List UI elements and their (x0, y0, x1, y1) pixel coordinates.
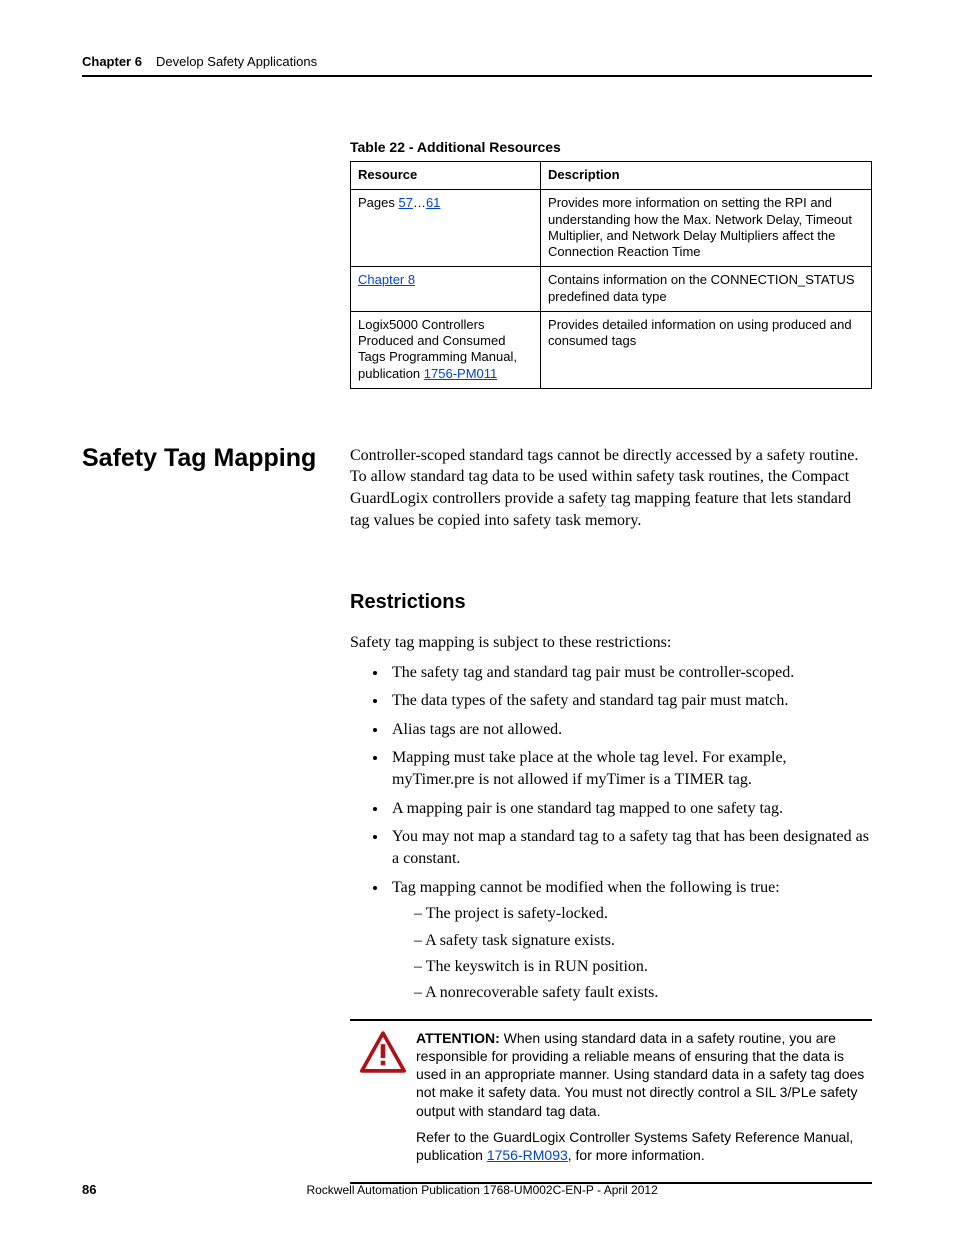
attention-box: ATTENTION: When using standard data in a… (350, 1019, 872, 1184)
table-row: Logix5000 Controllers Produced and Consu… (351, 311, 872, 388)
publication-link[interactable]: 1756-PM011 (424, 366, 497, 381)
sub-list-item: A safety task signature exists. (414, 930, 872, 952)
publication-link[interactable]: 1756-RM093 (487, 1147, 568, 1163)
resources-table: Resource Description Pages 57…61 Provide… (350, 161, 872, 389)
page-link[interactable]: 61 (426, 195, 440, 210)
subheading-restrictions: Restrictions (350, 591, 872, 614)
cell-description: Contains information on the CONNECTION_S… (541, 267, 872, 312)
list-item-text: Tag mapping cannot be modified when the … (392, 879, 780, 896)
section-heading: Safety Tag Mapping (82, 445, 350, 473)
table-row: Chapter 8 Contains information on the CO… (351, 267, 872, 312)
cell-description: Provides more information on setting the… (541, 190, 872, 267)
attention-paragraph: ATTENTION: When using standard data in a… (416, 1029, 868, 1120)
table-header-row: Resource Description (351, 162, 872, 190)
list-item: Tag mapping cannot be modified when the … (388, 877, 872, 1005)
page-footer: 86 Rockwell Automation Publication 1768-… (82, 1182, 872, 1197)
list-item: The safety tag and standard tag pair mus… (388, 662, 872, 684)
col-description: Description (541, 162, 872, 190)
cell-description: Provides detailed information on using p… (541, 311, 872, 388)
list-item: The data types of the safety and standar… (388, 690, 872, 712)
cell-text: Pages (358, 195, 398, 210)
sub-list-item: The keyswitch is in RUN position. (414, 956, 872, 978)
sub-list: The project is safety-locked. A safety t… (392, 903, 872, 1005)
list-item: You may not map a standard tag to a safe… (388, 826, 872, 871)
attention-ref-post: , for more information. (568, 1147, 705, 1163)
attention-icon (350, 1029, 416, 1172)
table-caption: Table 22 - Additional Resources (350, 139, 872, 155)
attention-label: ATTENTION: (416, 1030, 500, 1046)
restrictions-lead: Safety tag mapping is subject to these r… (350, 632, 872, 654)
table-row: Pages 57…61 Provides more information on… (351, 190, 872, 267)
list-item: A mapping pair is one standard tag mappe… (388, 798, 872, 820)
sub-list-item: The project is safety-locked. (414, 903, 872, 925)
page-link[interactable]: 57 (398, 195, 412, 210)
list-item: Alias tags are not allowed. (388, 719, 872, 741)
restrictions-list: The safety tag and standard tag pair mus… (350, 662, 872, 1005)
chapter-label: Chapter 6 (82, 54, 142, 69)
list-item: Mapping must take place at the whole tag… (388, 747, 872, 792)
section-body: Controller-scoped standard tags cannot b… (350, 445, 872, 531)
col-resource: Resource (351, 162, 541, 190)
cell-text: … (413, 195, 426, 210)
page-number: 86 (82, 1182, 96, 1197)
chapter-title: Develop Safety Applications (156, 54, 317, 69)
sub-list-item: A nonrecoverable safety fault exists. (414, 982, 872, 1004)
attention-paragraph: Refer to the GuardLogix Controller Syste… (416, 1128, 868, 1164)
publication-info: Rockwell Automation Publication 1768-UM0… (306, 1183, 657, 1197)
chapter-link[interactable]: Chapter 8 (358, 272, 415, 287)
page-header: Chapter 6 Develop Safety Applications (82, 54, 872, 77)
